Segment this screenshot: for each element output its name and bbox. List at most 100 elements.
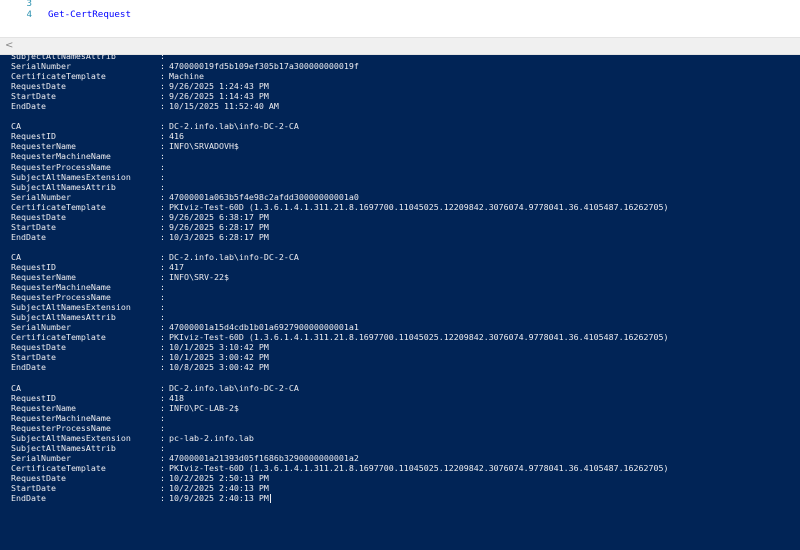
scroll-left-arrow-icon[interactable]: <	[5, 40, 13, 51]
field-separator: :	[160, 382, 165, 393]
code-text[interactable]: Get-CertRequest	[48, 9, 131, 21]
field-name: RequestID	[11, 131, 56, 142]
field-name: StartDate	[11, 352, 56, 363]
console-output: SubjectAltNamesAttrib: SerialNumber:47000…	[11, 55, 669, 504]
field-separator: :	[160, 422, 165, 433]
field-separator: :	[160, 171, 165, 182]
field-separator: :	[160, 292, 165, 303]
field-separator: :	[160, 332, 165, 343]
field-separator: :	[160, 483, 165, 494]
console-field-row: StartDate:10/1/2025 3:00:42 PM	[11, 352, 669, 362]
console-field-row: CA: DC-2.info.lab\info-DC-2-CA	[11, 252, 669, 262]
field-separator: :	[160, 302, 165, 313]
field-value: DC-2.info.lab\info-DC-2-CA	[169, 121, 299, 132]
field-value: DC-2.info.lab\info-DC-2-CA	[169, 251, 299, 262]
field-value: 47000001a15d4cdb1b01a692790000000001a1	[169, 322, 359, 333]
console-field-row: RequestDate:9/26/2025 6:38:17 PM	[11, 212, 669, 222]
field-separator: :	[160, 101, 165, 112]
field-value: 416	[169, 131, 184, 142]
field-value: 470000019fd5b109ef305b17a300000000019f	[169, 61, 359, 72]
field-separator: :	[160, 362, 165, 373]
field-name: RequesterName	[11, 402, 76, 413]
field-separator: :	[160, 81, 165, 92]
field-separator: :	[160, 272, 165, 283]
field-name: SerialNumber	[11, 452, 71, 463]
console-field-row: CA: DC-2.info.lab\info-DC-2-CA	[11, 383, 669, 393]
text-cursor	[269, 494, 271, 504]
field-name: RequestDate	[11, 81, 66, 92]
field-name: SubjectAltNamesAttrib	[11, 442, 116, 453]
console-field-row: RequestDate:9/26/2025 1:24:43 PM	[11, 81, 669, 91]
field-value: 418	[169, 392, 184, 403]
console-field-row: SerialNumber:47000001a063b5f4e98c2afdd30…	[11, 192, 669, 202]
console-field-row: SubjectAltNamesAttrib:	[11, 443, 669, 453]
field-separator: :	[160, 161, 165, 172]
field-name: EndDate	[11, 101, 46, 112]
field-separator: :	[160, 282, 165, 293]
field-name: CertificateTemplate	[11, 201, 106, 212]
field-value: 10/8/2025 3:00:42 PM	[169, 362, 269, 373]
field-name: RequesterName	[11, 141, 76, 152]
console-field-row: SerialNumber:470000019fd5b109ef305b17a30…	[11, 61, 669, 71]
field-separator: :	[160, 121, 165, 132]
field-value: 9/26/2025 1:24:43 PM	[169, 81, 269, 92]
console-field-row: RequestDate:10/2/2025 2:50:13 PM	[11, 473, 669, 483]
field-name: StartDate	[11, 91, 56, 102]
field-name: RequesterMachineName	[11, 412, 111, 423]
console-field-row: StartDate:9/26/2025 1:14:43 PM	[11, 91, 669, 101]
field-separator: :	[160, 141, 165, 152]
field-name: CertificateTemplate	[11, 71, 106, 82]
field-separator: :	[160, 261, 165, 272]
console-field-row: SerialNumber:47000001a15d4cdb1b01a692790…	[11, 322, 669, 332]
field-name: SubjectAltNamesExtension	[11, 432, 131, 443]
console-field-row: RequesterProcessName:	[11, 162, 669, 172]
console-field-row: RequestDate:10/1/2025 3:10:42 PM	[11, 342, 669, 352]
field-separator: :	[160, 452, 165, 463]
field-name: RequesterProcessName	[11, 292, 111, 303]
field-name: RequesterProcessName	[11, 161, 111, 172]
field-name: SubjectAltNamesExtension	[11, 302, 131, 313]
console-output-pane[interactable]: SubjectAltNamesAttrib: SerialNumber:47000…	[0, 55, 800, 550]
script-editor-pane[interactable]: 3 4 Get-CertRequest	[0, 0, 800, 37]
field-name: CA	[11, 121, 21, 132]
field-value: DC-2.info.lab\info-DC-2-CA	[169, 382, 299, 393]
field-separator: :	[160, 432, 165, 443]
field-value: INFO\SRVADOVH$	[169, 141, 239, 152]
editor-line[interactable]: 4 Get-CertRequest	[0, 9, 800, 21]
field-name: StartDate	[11, 483, 56, 494]
console-field-row: SubjectAltNamesAttrib:	[11, 182, 669, 192]
field-separator: :	[160, 131, 165, 142]
field-separator: :	[160, 251, 165, 262]
field-separator: :	[160, 191, 165, 202]
field-name: StartDate	[11, 221, 56, 232]
field-value: INFO\PC-LAB-2$	[169, 402, 239, 413]
field-value: 10/1/2025 3:10:42 PM	[169, 342, 269, 353]
line-number: 4	[26, 9, 32, 20]
field-separator: :	[160, 342, 165, 353]
field-separator: :	[160, 472, 165, 483]
console-field-row: SubjectAltNamesExtension:	[11, 172, 669, 182]
field-separator: :	[160, 402, 165, 413]
field-value: PKIviz-Test-60D (1.3.6.1.4.1.311.21.8.16…	[169, 332, 669, 343]
field-name: RequestDate	[11, 472, 66, 483]
field-separator: :	[160, 71, 165, 82]
console-field-row: RequesterProcessName:	[11, 292, 669, 302]
console-field-row: SubjectAltNamesExtension:	[11, 302, 669, 312]
field-value: 9/26/2025 6:38:17 PM	[169, 211, 269, 222]
field-value: 10/2/2025 2:50:13 PM	[169, 472, 269, 483]
field-value: 9/26/2025 1:14:43 PM	[169, 91, 269, 102]
field-value: 417	[169, 261, 184, 272]
field-value: 9/26/2025 6:28:17 PM	[169, 221, 269, 232]
horizontal-scrollbar[interactable]: <	[0, 37, 800, 55]
field-name: EndDate	[11, 231, 46, 242]
field-separator: :	[160, 442, 165, 453]
field-name: SubjectAltNamesAttrib	[11, 181, 116, 192]
field-name: CertificateTemplate	[11, 332, 106, 343]
console-field-row: RequestID:417	[11, 262, 669, 272]
field-name: SerialNumber	[11, 61, 71, 72]
field-separator: :	[160, 493, 165, 504]
field-name: CertificateTemplate	[11, 462, 106, 473]
console-field-row: CertificateTemplate: Machine	[11, 71, 669, 81]
